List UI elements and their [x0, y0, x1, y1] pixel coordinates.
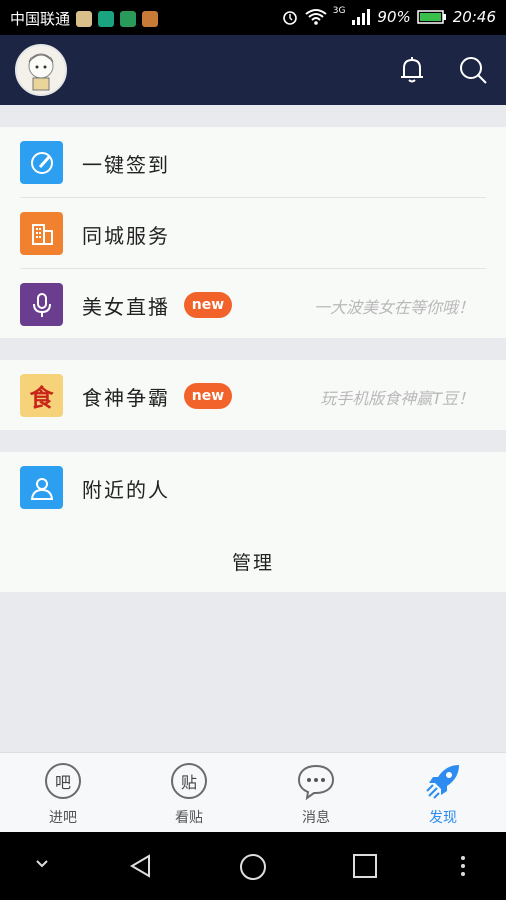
row-live-stream[interactable]: 美女直播 new 一大波美女在等你哦！ [0, 269, 506, 339]
recent-apps-icon[interactable] [352, 853, 378, 879]
battery-percent: 90% [377, 8, 411, 26]
network-type: 3G [332, 6, 346, 16]
tab-messages[interactable]: 消息 [253, 753, 379, 833]
row-nearby-people[interactable]: 附近的人 [0, 452, 506, 522]
alarm-icon [282, 11, 297, 25]
home-icon[interactable] [238, 852, 268, 882]
signal-icon [352, 9, 371, 25]
row-label: 一键签到 [82, 153, 170, 177]
person-icon [20, 466, 63, 509]
tab-label: 消息 [302, 810, 330, 826]
tab-label: 发现 [429, 810, 457, 826]
features-section: 一键签到 同城服务 美女直播 new 一大波美女在等你哦！ [0, 127, 506, 338]
building-icon [20, 212, 63, 255]
tab-discover[interactable]: 发现 [380, 753, 506, 833]
system-nav-bar [0, 832, 506, 900]
row-sign-in[interactable]: 一键签到 [0, 127, 506, 197]
rocket-icon [426, 765, 459, 799]
microphone-icon [20, 283, 63, 326]
tab-forums[interactable]: 吧 进吧 [0, 753, 126, 833]
top-bar [0, 35, 506, 105]
row-label: 食神争霸 [82, 386, 170, 410]
new-badge: new [184, 292, 232, 318]
tab-posts[interactable]: 贴 看贴 [126, 753, 252, 833]
notification-app-icon [142, 10, 159, 27]
back-icon[interactable] [127, 852, 155, 880]
notification-qq-icon [76, 10, 93, 27]
forums-icon: 吧 [45, 763, 81, 799]
avatar-image [28, 53, 54, 91]
row-label: 附近的人 [82, 478, 170, 502]
row-label: 同城服务 [82, 224, 170, 248]
chat-bubble-icon [297, 764, 335, 801]
new-badge: new [184, 383, 232, 409]
posts-icon: 贴 [171, 763, 207, 799]
search-icon[interactable] [457, 54, 489, 86]
chevron-down-icon[interactable] [34, 858, 50, 870]
row-hint: 玩手机版食神赢T豆！ [320, 389, 474, 408]
carrier-name: 中国联通 [10, 10, 71, 28]
manage-button[interactable]: 管理 [0, 548, 506, 575]
clock-time: 20:46 [452, 8, 496, 26]
user-avatar[interactable] [15, 44, 67, 96]
more-options-icon[interactable] [458, 854, 468, 878]
row-label: 美女直播 [82, 295, 170, 319]
notification-b-icon [120, 10, 137, 27]
sign-in-icon [20, 141, 63, 184]
bell-icon[interactable] [396, 54, 428, 86]
game-section: 食 食神争霸 new 玩手机版食神赢T豆！ [0, 360, 506, 430]
wifi-icon [305, 9, 327, 25]
notification-edit-icon [98, 10, 115, 27]
battery-icon [417, 10, 446, 24]
tab-label: 看贴 [175, 810, 203, 826]
row-hint: 一大波美女在等你哦！ [313, 298, 474, 317]
tab-label: 进吧 [49, 810, 77, 826]
row-city-service[interactable]: 同城服务 [0, 198, 506, 268]
bottom-tab-bar: 吧 进吧 贴 看贴 消息 发现 [0, 752, 506, 832]
food-game-icon: 食 [20, 374, 63, 417]
status-bar: 中国联通 3G 90% 20:46 [0, 0, 506, 35]
row-food-game[interactable]: 食 食神争霸 new 玩手机版食神赢T豆！ [0, 360, 506, 430]
